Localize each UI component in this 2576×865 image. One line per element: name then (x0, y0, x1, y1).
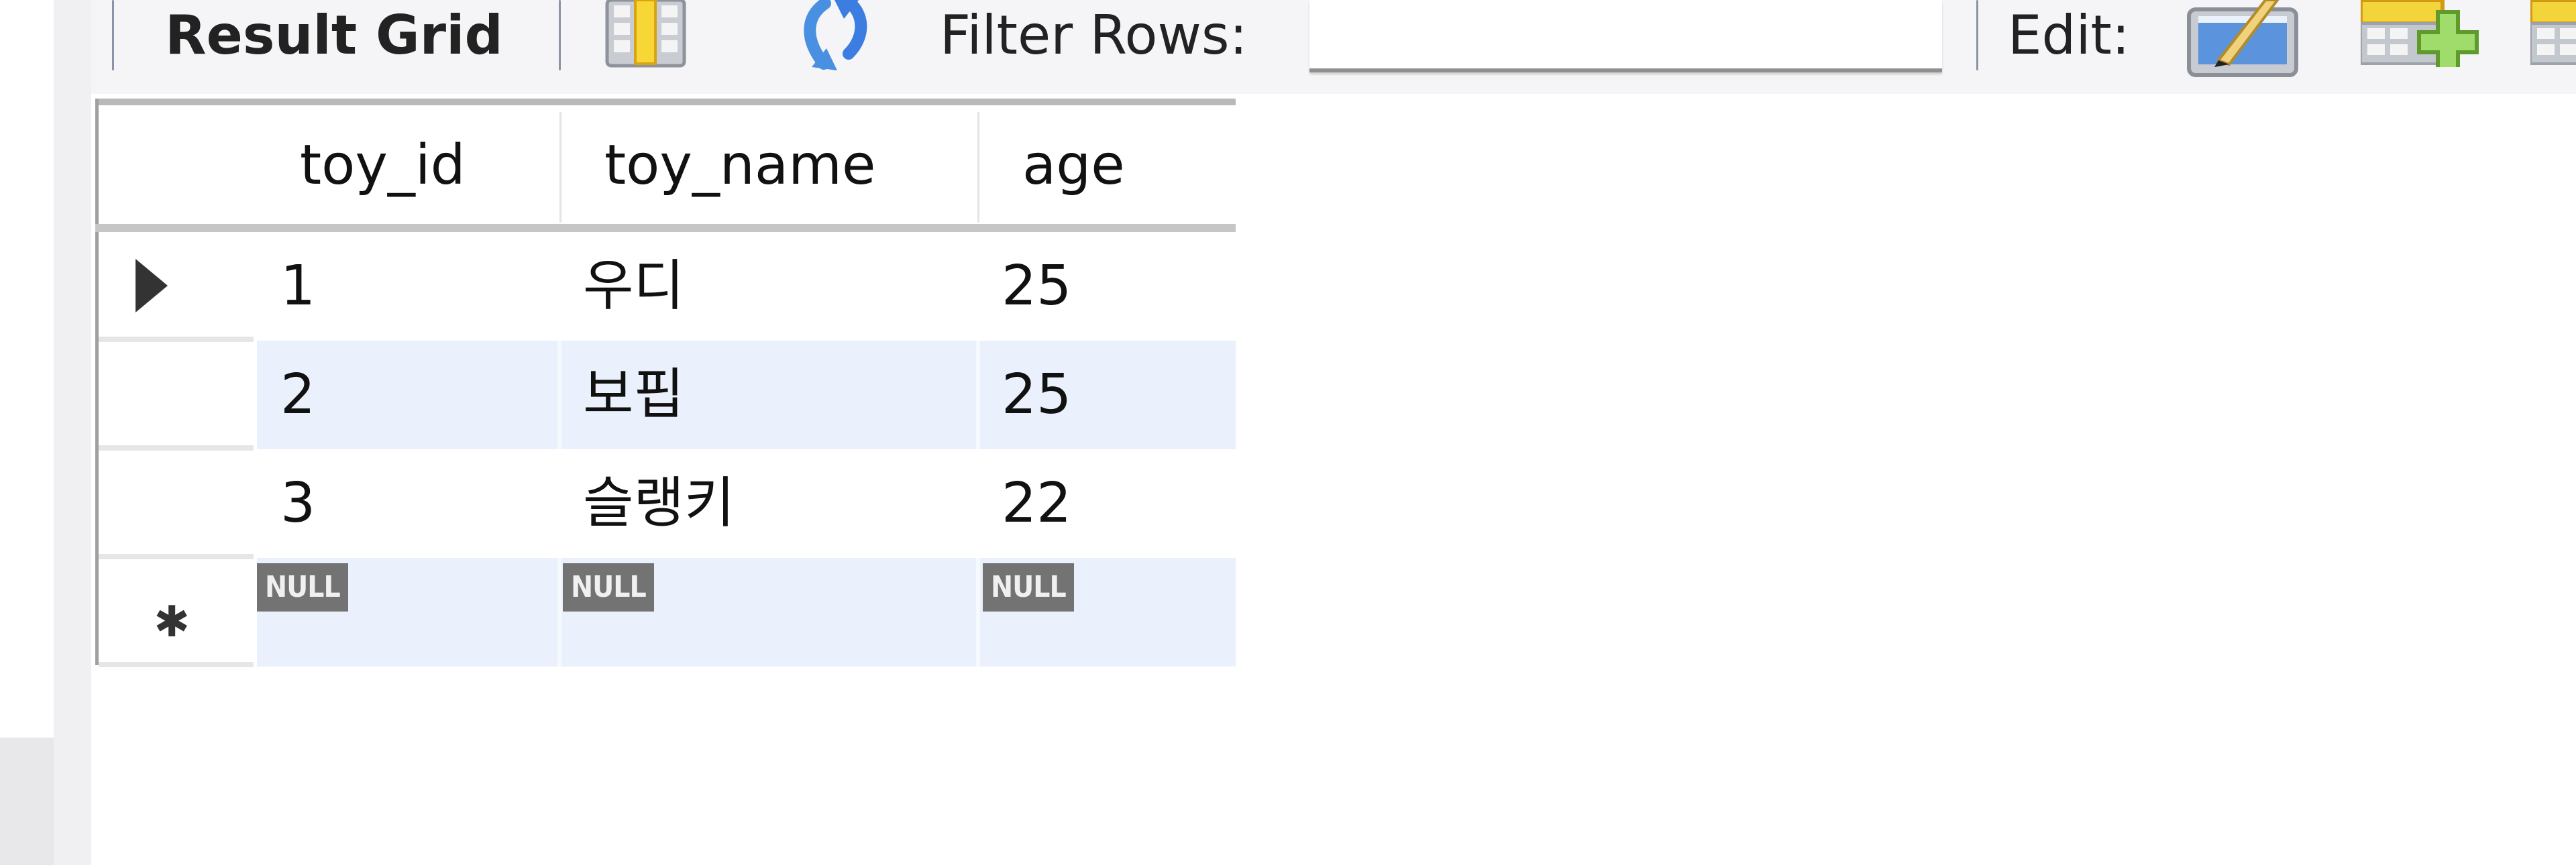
toolbar-separator (112, 0, 114, 70)
column-header-age[interactable]: age (979, 105, 1236, 226)
row-header-corner[interactable] (99, 105, 254, 226)
left-border-strip (54, 0, 91, 865)
grid-top-border (95, 99, 1236, 105)
table-row[interactable]: 2 보핍 25 (257, 341, 1236, 449)
new-row[interactable]: NULL NULL NULL (257, 558, 1236, 667)
toolbar-separator (1976, 0, 1978, 70)
result-grid-panel: Result Grid Filter Rows: Edit: toy_id to… (0, 0, 2576, 865)
table-row[interactable]: 1 우디 25 (257, 232, 1236, 341)
cell-age[interactable]: 22 (978, 449, 1236, 558)
row-header-divider (99, 662, 254, 667)
cell-toy-name[interactable]: 슬랭키 (559, 449, 978, 558)
cell-toy-id[interactable]: 3 (257, 449, 559, 558)
toolbar-separator (559, 0, 561, 70)
column-header-toy-name[interactable]: toy_name (561, 105, 979, 226)
edit-label: Edit: (2008, 4, 2130, 66)
cell-toy-id[interactable]: 1 (257, 232, 559, 341)
current-row-arrow-icon (136, 259, 168, 312)
row-header-divider (99, 554, 254, 559)
table-row[interactable]: 3 슬랭키 22 (257, 449, 1236, 558)
edit-row-icon[interactable] (2185, 0, 2300, 79)
cell-age[interactable]: 25 (978, 232, 1236, 341)
filter-rows-label: Filter Rows: (940, 4, 1248, 66)
filter-rows-input[interactable] (1309, 0, 1942, 72)
left-edge-panel-lower (0, 738, 54, 865)
row-header-divider (99, 445, 254, 451)
cell-toy-name[interactable]: 보핍 (559, 341, 978, 449)
null-badge-toy-id[interactable]: NULL (257, 563, 348, 612)
row-header-divider (99, 337, 254, 342)
cell-divider (976, 558, 980, 667)
result-grid-tab[interactable]: Result Grid (165, 5, 503, 66)
header-bottom-border (95, 224, 1236, 232)
null-badge-age[interactable]: NULL (983, 563, 1074, 612)
cell-age[interactable]: 25 (978, 341, 1236, 449)
null-badge-toy-name[interactable]: NULL (563, 563, 654, 612)
column-header-toy-id[interactable]: toy_id (257, 105, 559, 226)
cell-toy-id[interactable]: 2 (257, 341, 559, 449)
cell-divider (557, 558, 561, 667)
result-grid-table: toy_id toy_name age 1 우디 25 2 보핍 25 3 슬랭… (95, 99, 1236, 669)
cell-toy-name[interactable]: 우디 (559, 232, 978, 341)
add-row-icon[interactable] (2359, 0, 2479, 73)
left-edge-panel (0, 0, 54, 738)
new-row-asterisk-icon: ✱ (154, 597, 190, 647)
delete-row-icon[interactable] (2530, 0, 2576, 67)
column-toggle-icon[interactable] (604, 0, 687, 70)
result-grid-toolbar: Result Grid Filter Rows: Edit: (91, 0, 2576, 94)
refresh-icon[interactable] (785, 0, 887, 74)
